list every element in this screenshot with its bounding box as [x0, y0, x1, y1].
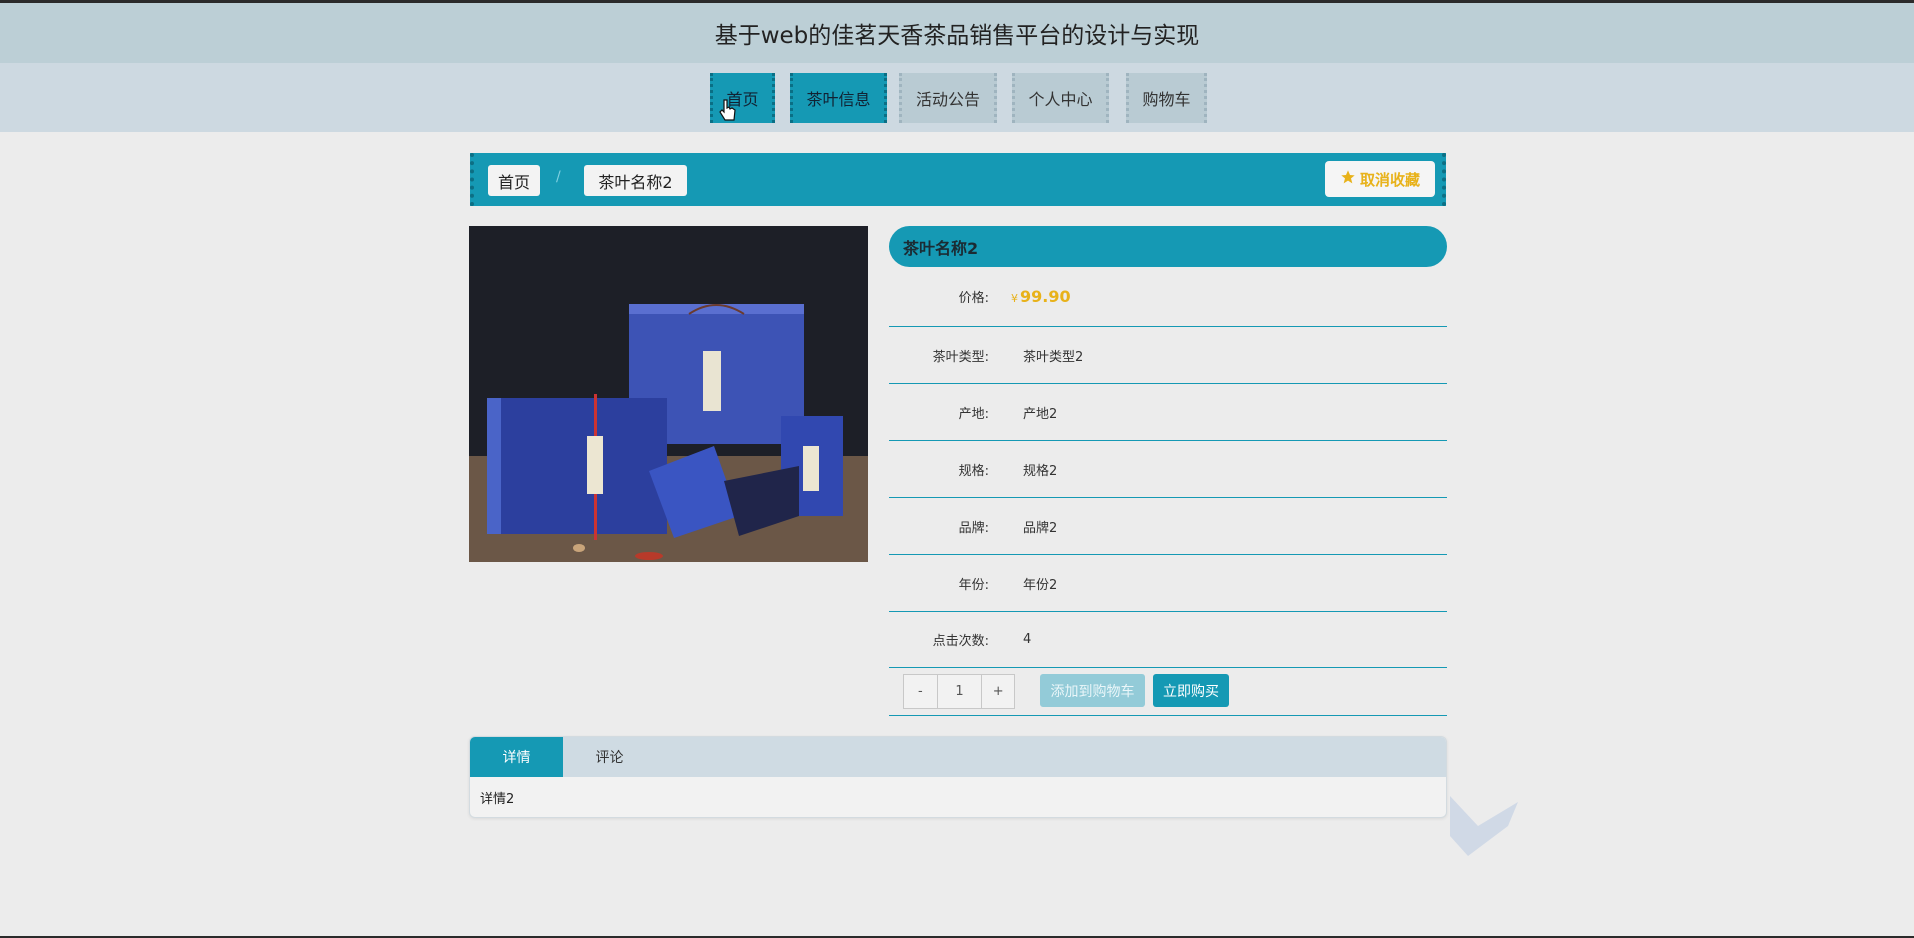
purchase-actions: - 1 + 添加到购物车 立即购买	[889, 668, 1447, 716]
main-nav: 首页 茶叶信息 活动公告 个人中心 购物车	[0, 63, 1914, 132]
quantity-increment-button[interactable]: +	[981, 675, 1014, 708]
currency-symbol: ¥	[1011, 292, 1018, 305]
breadcrumb-home-label: 首页	[497, 172, 530, 192]
breadcrumb-separator: /	[556, 169, 561, 185]
nav-announcements-label: 活动公告	[915, 90, 980, 109]
origin-value: 产地2	[1023, 406, 1058, 422]
tea-type-label: 茶叶类型:	[932, 349, 989, 365]
watermark-logo-icon	[1448, 776, 1518, 856]
brand-value: 品牌2	[1023, 520, 1058, 536]
year-row: 年份: 年份2	[889, 555, 1447, 612]
product-name-bar: 茶叶名称2	[889, 226, 1447, 267]
brand-row: 品牌: 品牌2	[889, 498, 1447, 555]
breadcrumb-home[interactable]: 首页	[488, 165, 540, 196]
breadcrumb-current-label: 茶叶名称2	[598, 172, 673, 192]
click-count-value: 4	[1023, 632, 1032, 647]
price-row: 价格: ¥99.90	[889, 267, 1447, 327]
price-value: ¥99.90	[1011, 287, 1071, 306]
tea-type-row: 茶叶类型: 茶叶类型2	[889, 327, 1447, 384]
click-count-row: 点击次数: 4	[889, 612, 1447, 668]
nav-announcements[interactable]: 活动公告	[899, 73, 997, 123]
origin-row: 产地: 产地2	[889, 384, 1447, 441]
breadcrumb-current: 茶叶名称2	[584, 165, 687, 196]
click-count-label: 点击次数:	[932, 634, 989, 649]
tab-comments[interactable]: 评论	[563, 737, 656, 777]
spec-row: 规格: 规格2	[889, 441, 1447, 498]
nav-personal-center[interactable]: 个人中心	[1012, 73, 1109, 123]
tea-type-value: 茶叶类型2	[1023, 349, 1084, 365]
tab-details[interactable]: 详情	[470, 737, 563, 777]
nav-cart-label: 购物车	[1142, 90, 1191, 109]
spec-label: 规格:	[958, 463, 989, 479]
site-header: 基于web的佳茗天香茶品销售平台的设计与实现	[0, 3, 1914, 63]
nav-tea-info[interactable]: 茶叶信息	[790, 73, 887, 123]
spec-value: 规格2	[1023, 463, 1058, 479]
price-label: 价格:	[958, 291, 989, 306]
price-amount: 99.90	[1020, 287, 1071, 306]
buy-now-button[interactable]: 立即购买	[1153, 674, 1229, 707]
breadcrumb-bar: 首页 / 茶叶名称2 取消收藏	[470, 153, 1446, 206]
brand-label: 品牌:	[958, 520, 989, 536]
tab-content: 详情2	[480, 792, 515, 807]
quantity-decrement-button[interactable]: -	[904, 675, 938, 708]
mouse-pointer-icon	[719, 98, 737, 128]
nav-cart[interactable]: 购物车	[1126, 73, 1207, 123]
add-to-cart-button[interactable]: 添加到购物车	[1040, 674, 1145, 707]
quantity-stepper: - 1 +	[903, 674, 1015, 709]
tab-header: 详情 评论	[470, 737, 1446, 777]
unfavorite-label: 取消收藏	[1359, 170, 1420, 189]
year-value: 年份2	[1023, 577, 1058, 593]
origin-label: 产地:	[958, 406, 989, 422]
star-icon	[1340, 169, 1356, 189]
product-image	[469, 226, 868, 562]
nav-tea-info-label: 茶叶信息	[806, 90, 871, 109]
site-title: 基于web的佳茗天香茶品销售平台的设计与实现	[714, 23, 1200, 49]
product-name: 茶叶名称2	[903, 238, 979, 258]
detail-tabs: 详情 评论 详情2	[469, 736, 1447, 818]
year-label: 年份:	[958, 577, 989, 593]
nav-personal-center-label: 个人中心	[1028, 90, 1093, 109]
unfavorite-button[interactable]: 取消收藏	[1325, 161, 1435, 197]
quantity-input[interactable]: 1	[938, 675, 982, 708]
